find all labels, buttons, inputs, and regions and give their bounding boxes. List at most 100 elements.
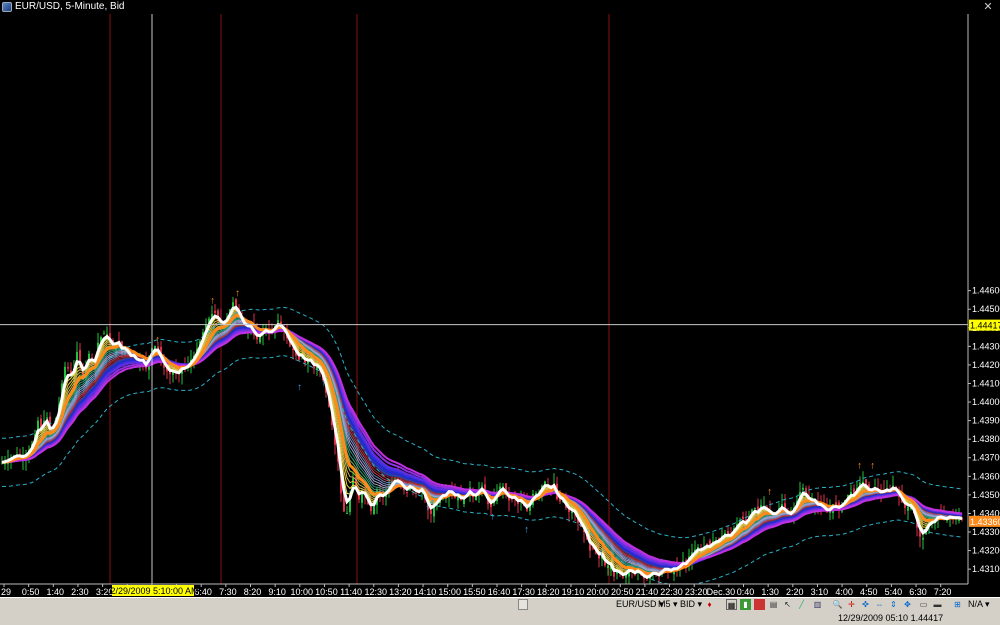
price-marker-icon[interactable]: ♦ [704, 599, 715, 610]
time-tick-label: 4:50 [860, 587, 878, 597]
sell-signal-arrow: ↑ [155, 334, 160, 345]
time-tick-label: 15:00 [438, 587, 461, 597]
candle-body [754, 507, 756, 509]
side-select[interactable]: BID ▾ [678, 599, 704, 610]
candle-body [415, 492, 417, 494]
candle-body [922, 538, 924, 540]
time-tick-label: 3:10 [811, 587, 829, 597]
time-tick-label: 2:30 [71, 587, 89, 597]
candle-body [406, 491, 408, 493]
time-tick-label: 4:00 [835, 587, 853, 597]
buy-signal-arrow: ↑ [297, 382, 302, 393]
time-tick-label: 5:40 [885, 587, 903, 597]
chart-background [0, 14, 1000, 597]
time-tick-label: 10:50 [315, 587, 338, 597]
zoom-out-icon[interactable]: ✜ [860, 599, 871, 610]
time-tick-label: 14:10 [414, 587, 437, 597]
time-tick-label: 22:30 [660, 587, 683, 597]
window-titlebar: EUR/USD, 5-Minute, Bid ✕ [0, 0, 1000, 14]
time-tick-label: 17:30 [512, 587, 535, 597]
crosshair-price-label: 1.44417 [970, 321, 1000, 331]
sell-signal-arrow: ↑ [235, 288, 240, 299]
candle-body [67, 367, 69, 369]
price-tick-label: 1.44000 [972, 397, 1000, 407]
scroll-left-icon[interactable]: ⇔ [874, 599, 885, 610]
cursor-icon[interactable]: ↖ [782, 599, 793, 610]
price-tick-label: 1.43100 [972, 564, 1000, 574]
price-tick-label: 1.44200 [972, 360, 1000, 370]
candle-body [235, 299, 237, 307]
price-tick-label: 1.43800 [972, 434, 1000, 444]
price-tick-label: 1.44500 [972, 304, 1000, 314]
line-chart-icon[interactable]: ▤ [768, 599, 779, 610]
time-tick-label: 10:00 [291, 587, 314, 597]
zoom-icon[interactable]: 🔍 [832, 599, 843, 610]
scroll-right-icon[interactable]: ⇕ [888, 599, 899, 610]
candle-body [907, 506, 909, 511]
time-tick-label: 2:20 [786, 587, 804, 597]
candle-body [706, 543, 708, 545]
sell-signal-arrow: ↑ [870, 461, 875, 472]
crosshair-time-label: 12/29/2009 5:10:00 AM [105, 586, 198, 596]
buy-signal-arrow: ↑ [524, 525, 529, 536]
time-tick-label: 20:00 [586, 587, 609, 597]
price-tick-label: 1.43500 [972, 490, 1000, 500]
chart-properties-icon[interactable]: ▦ [726, 599, 737, 610]
price-tick-label: 1.43900 [972, 416, 1000, 426]
current-price-label: 1.43360 [970, 517, 1000, 527]
horizontal-scrollbar-thumb[interactable] [518, 599, 528, 610]
indicator-icon[interactable]: ▥ [812, 599, 823, 610]
time-tick-label: 13:20 [389, 587, 412, 597]
time-tick-label: 21:40 [636, 587, 659, 597]
candle-body [232, 302, 234, 308]
time-tick-label: 20:50 [611, 587, 634, 597]
draw-line-icon[interactable]: ╱ [796, 599, 807, 610]
candle-body [607, 565, 609, 569]
time-tick-label: 29 [1, 587, 11, 597]
candle-body [481, 485, 483, 487]
print-icon[interactable]: ▭ [918, 599, 929, 610]
time-tick-label: 7:30 [219, 587, 237, 597]
price-tick-label: 1.44600 [972, 286, 1000, 296]
time-tick-label: 1:30 [761, 587, 779, 597]
time-tick-label: 7:20 [934, 587, 952, 597]
zoom-in-icon[interactable]: ✛ [846, 599, 857, 610]
bar-chart-icon[interactable]: ▮ [740, 599, 751, 610]
time-tick-label: 16:40 [488, 587, 511, 597]
close-icon[interactable]: ✕ [982, 0, 994, 14]
candle-body [571, 511, 573, 514]
save-icon[interactable]: ▬ [932, 599, 943, 610]
price-tick-label: 1.43600 [972, 471, 1000, 481]
candle-body [169, 371, 171, 375]
sell-signal-arrow: ↑ [767, 487, 772, 498]
time-tick-label: 9:10 [268, 587, 286, 597]
candle-body [292, 349, 294, 351]
candle-body [622, 576, 624, 578]
zoom-level-select[interactable]: N/A ▾ [966, 599, 992, 610]
window-title: EUR/USD, 5-Minute, Bid [15, 1, 125, 12]
fit-chart-icon[interactable]: ✥ [902, 599, 913, 610]
buy-signal-arrow: ↑ [430, 497, 435, 508]
candle-body [214, 310, 216, 313]
chart-toolbar: EUR/USD ▾ M5 ▾ BID ▾ ♦ ▦ ▮ ▤ ↖ ╱ ▥ 🔍 ✛ ✜… [0, 597, 1000, 611]
time-tick-label: 15:50 [463, 587, 486, 597]
candle-body [277, 320, 279, 323]
buy-signal-arrow: ↑ [321, 378, 326, 389]
time-tick-label: Dec.30 [707, 587, 736, 597]
candle-body [103, 333, 105, 335]
grid-icon[interactable]: ⊞ [952, 599, 963, 610]
price-tick-label: 1.43200 [972, 546, 1000, 556]
price-chart[interactable]: ↑↑↑↑↑↑↑↑↑↑↑↑↑↑↑1.446001.445001.444001.44… [0, 14, 1000, 597]
status-cursor-readout: 12/29/2009 05:10 1.44417 [838, 613, 944, 623]
price-tick-label: 1.43300 [972, 527, 1000, 537]
time-tick-label: 0:40 [737, 587, 755, 597]
candle-chart-icon[interactable] [754, 599, 765, 610]
candle-body [346, 512, 348, 514]
chart-area[interactable]: ↑↑↑↑↑↑↑↑↑↑↑↑↑↑↑1.446001.445001.444001.44… [0, 14, 1000, 597]
time-tick-label: 11:40 [340, 587, 362, 597]
candle-body [430, 510, 432, 514]
timeframe-select[interactable]: M5 ▾ [656, 599, 680, 610]
sell-signal-arrow: ↑ [210, 295, 215, 306]
candle-body [370, 506, 372, 512]
time-tick-label: 23:20 [685, 587, 708, 597]
